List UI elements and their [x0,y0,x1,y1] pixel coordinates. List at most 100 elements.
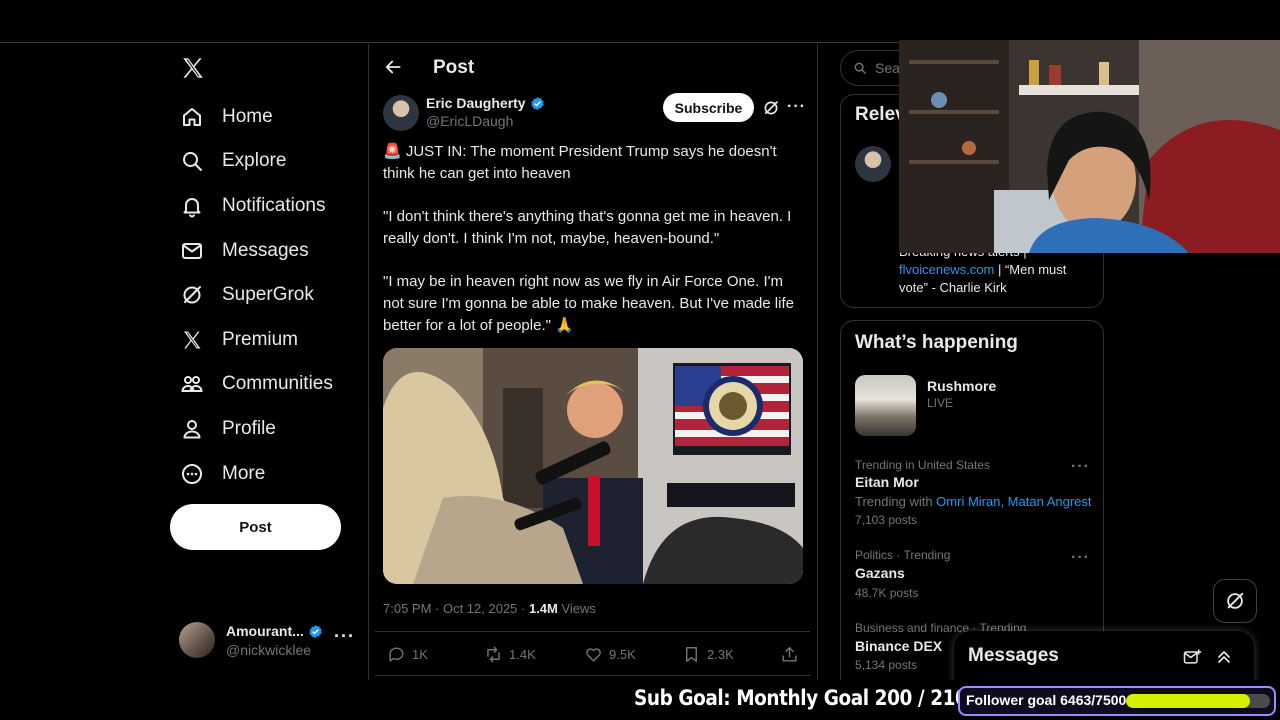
nav-premium[interactable]: Premium [180,323,298,357]
tweet-time: 7:05 PM · Oct 12, 2025 · [383,601,529,616]
follower-goal-progress [1126,694,1270,708]
views-count: 1.4M [528,601,558,616]
column-divider-right [817,44,818,680]
x-logo-icon[interactable] [180,55,206,81]
post-button[interactable]: Post [170,504,341,550]
person-icon [183,420,201,439]
verified-badge-icon [530,96,544,110]
subscribe-button[interactable]: Subscribe [663,93,754,122]
nav-explore[interactable]: Explore [180,144,286,178]
chevron-up-double-icon[interactable] [1214,647,1234,667]
live-status: LIVE [927,396,954,410]
trend-posts: 7,103 posts [855,513,918,527]
nav-profile-label: Profile [222,418,276,439]
author-name-row[interactable]: Eric Daugherty [426,95,545,111]
messages-drawer-title[interactable]: Messages [968,645,1059,667]
bookmark-icon [686,647,697,662]
trend-with-prefix: Trending with [855,494,937,509]
nav-more[interactable]: More [180,457,265,491]
reply-count: 1K [412,647,428,662]
webcam-feed [899,40,1280,253]
top-bar [0,0,1280,43]
trend-more-icon[interactable]: ··· [1071,549,1090,567]
more-circle-icon [182,464,202,484]
author-name: Eric Daugherty [426,95,526,111]
tweet-paragraph: "I may be in heaven right now as we fly … [383,273,794,334]
back-arrow-icon[interactable] [383,57,403,77]
live-thumbnail[interactable] [855,375,916,436]
nav-more-label: More [222,463,266,484]
nav-messages-label: Messages [222,240,309,261]
account-handle: @nickwicklee [226,642,312,658]
tweet-text: 🚨 JUST IN: The moment President Trump sa… [383,141,807,358]
account-name: Amourant... [226,623,304,639]
relevant-bio: flvoicenews.com | “Men must vote” - Char… [899,261,1089,297]
follower-goal-fill [1126,694,1251,708]
share-button[interactable] [780,645,799,664]
grok-icon [183,286,201,304]
whats-happening-title: What’s happening [855,332,1018,353]
bell-icon [183,198,201,218]
trend-name[interactable]: Eitan Mor [855,474,919,490]
nav-profile[interactable]: Profile [180,412,276,446]
divider [375,675,810,676]
column-divider-left [368,44,369,680]
tweet-timestamp[interactable]: 7:05 PM · Oct 12, 2025 · 1.4M Views [383,601,596,616]
trend-with-links[interactable]: Omri Miran, Matan Angrest [936,494,1091,509]
account-avatar [179,622,215,658]
like-button[interactable]: 9.5K [584,645,636,664]
tweet-paragraph: "I don't think there's anything that's g… [383,208,792,247]
x-icon [184,331,201,349]
people-icon [181,376,203,392]
tweet-paragraph: 🚨 JUST IN: The moment President Trump sa… [383,143,777,182]
bio-link[interactable]: flvoicenews.com [899,262,994,277]
trend-name[interactable]: Gazans [855,565,905,581]
account-switcher[interactable]: Amourant... @nickwicklee ··· [179,620,359,660]
nav-home-label: Home [222,106,273,127]
heart-icon [586,648,601,662]
author-handle[interactable]: @EricLDaugh [426,113,513,129]
reply-button[interactable]: 1K [387,645,428,664]
mail-icon [182,243,202,259]
bookmark-count: 2.3K [707,647,734,662]
trend-related: Trending with Omri Miran, Matan Angrest [855,494,1092,509]
grok-icon[interactable] [762,99,780,117]
trend-more-icon[interactable]: ··· [1071,458,1090,476]
new-message-icon[interactable] [1182,647,1202,667]
nav-home[interactable]: Home [180,100,273,134]
author-avatar[interactable] [383,95,419,131]
follower-goal-text: Follower goal 6463/7500 [966,692,1127,708]
relevant-avatar[interactable] [855,146,891,182]
live-name[interactable]: Rushmore [927,378,996,394]
repost-icon [487,646,500,663]
nav-premium-label: Premium [222,329,299,350]
nav-communities[interactable]: Communities [180,367,333,401]
tweet-media-image[interactable] [383,348,803,584]
tweet-more-icon[interactable]: ··· [787,98,806,116]
bookmark-button[interactable]: 2.3K [682,645,734,664]
reply-icon [389,647,404,662]
webcam-overlay [899,40,1280,253]
grok-icon [1227,592,1244,609]
trend-posts: 48.7K posts [855,586,919,600]
repost-button[interactable]: 1.4K [484,645,536,664]
account-name-row: Amourant... [226,623,323,639]
nav-explore-label: Explore [222,150,287,171]
divider [375,631,810,632]
share-icon [782,647,797,662]
search-icon [183,152,202,171]
like-count: 9.5K [609,647,636,662]
trend-meta: Politics · Trending [855,548,951,562]
media-illustration [383,348,803,584]
nav-supergrok[interactable]: SuperGrok [180,278,314,312]
nav-notifications[interactable]: Notifications [180,189,326,223]
grok-fab-button[interactable] [1213,579,1257,623]
trend-posts: 5,134 posts [855,658,918,672]
account-more-icon[interactable]: ··· [334,626,355,647]
repost-count: 1.4K [509,647,536,662]
nav-communities-label: Communities [222,373,333,394]
nav-messages[interactable]: Messages [180,234,309,268]
page-title: Post [433,57,475,78]
trend-name[interactable]: Binance DEX [855,638,942,654]
sub-goal-text: Sub Goal: Monthly Goal 200 / 210 [634,686,968,710]
